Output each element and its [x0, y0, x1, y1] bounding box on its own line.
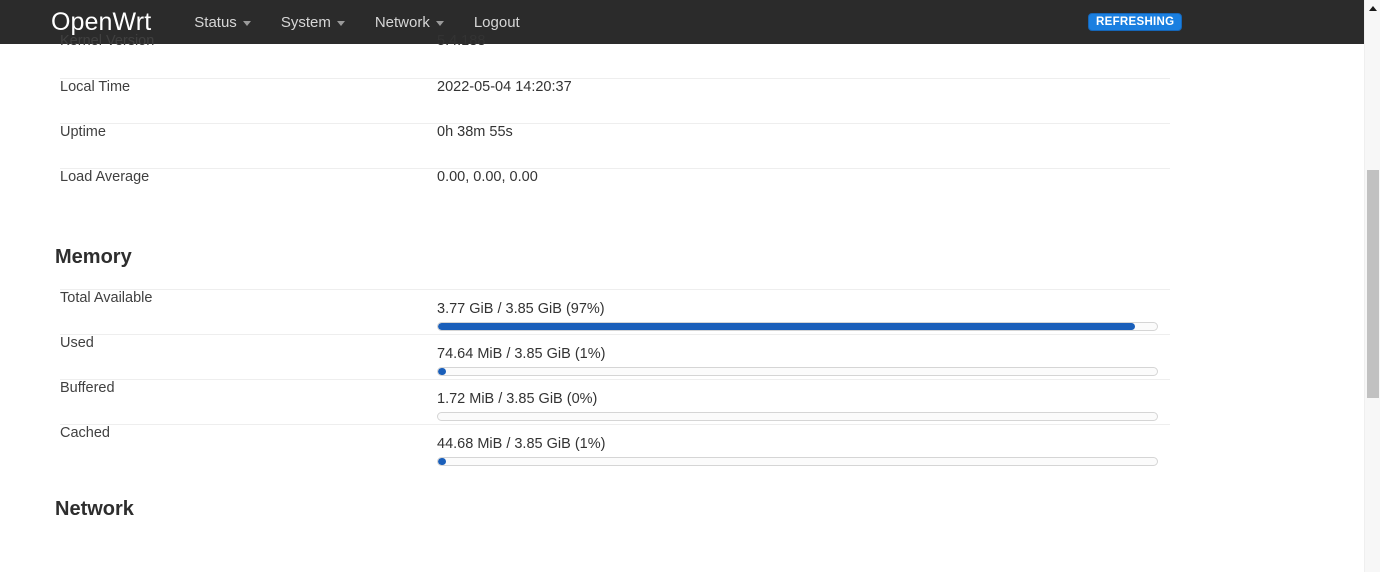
row-value: 5.4.188: [437, 33, 486, 49]
memory-progress-bar: [437, 412, 1158, 421]
memory-usage-text: 44.68 MiB / 3.85 GiB (1%): [437, 436, 606, 452]
table-row: Local Time 2022-05-04 14:20:37: [60, 77, 1170, 123]
nav-menu: Status System Network Logout: [179, 9, 534, 36]
table-row: Load Average 0.00, 0.00, 0.00: [60, 167, 1170, 213]
row-label: Local Time: [60, 77, 437, 123]
page-content: Kernel Version 5.4.188 Local Time 2022-05-0…: [0, 33, 1364, 519]
memory-progress-fill: [438, 368, 446, 375]
table-row: Uptime 0h 38m 55s: [60, 122, 1170, 168]
memory-progress-bar: [437, 367, 1158, 376]
system-info-table: Kernel Version 5.4.188 Local Time 2022-05-0…: [60, 33, 1170, 213]
nav-status[interactable]: Status: [184, 9, 261, 36]
memory-usage-text: 74.64 MiB / 3.85 GiB (1%): [437, 346, 606, 362]
browser-viewport: OpenWrt Status System Network Logout REFRES…: [0, 0, 1364, 572]
nav-item-label: Network: [374, 13, 430, 31]
memory-progress-bar: [437, 322, 1158, 331]
nav-network[interactable]: Network: [365, 9, 454, 36]
row-label: Load Average: [60, 167, 437, 213]
table-row: Kernel Version 5.4.188: [60, 33, 1170, 78]
nav-item-label: Logout: [473, 13, 520, 31]
refreshing-status-badge[interactable]: REFRESHING: [1088, 13, 1183, 31]
memory-heading: Memory: [55, 246, 132, 268]
memory-usage-text: 1.72 MiB / 3.85 GiB (0%): [437, 391, 598, 407]
table-row: Buffered 1.72 MiB / 3.85 GiB (0%): [60, 379, 1170, 425]
memory-progress-fill: [438, 458, 446, 465]
row-label: Uptime: [60, 122, 437, 168]
scrollbar-thumb[interactable]: [1367, 170, 1379, 398]
row-value: 44.68 MiB / 3.85 GiB (1%): [437, 424, 1170, 470]
openwrt-logo[interactable]: OpenWrt: [51, 9, 151, 35]
nav-item-label: System: [280, 13, 331, 31]
chevron-down-icon: [242, 20, 251, 26]
chevron-down-icon: [435, 20, 444, 26]
row-value: 74.64 MiB / 3.85 GiB (1%): [437, 334, 1170, 380]
row-value: 0h 38m 55s: [437, 122, 1170, 168]
row-label: Cached: [60, 424, 437, 470]
row-label: Kernel Version: [60, 33, 155, 49]
memory-progress-bar: [437, 457, 1158, 466]
nav-system[interactable]: System: [271, 9, 355, 36]
row-value: 0.00, 0.00, 0.00: [437, 167, 1170, 213]
row-label: Used: [60, 334, 437, 380]
row-label: Buffered: [60, 379, 437, 425]
row-value: 3.77 GiB / 3.85 GiB (97%): [437, 289, 1170, 335]
memory-usage-text: 3.77 GiB / 3.85 GiB (97%): [437, 301, 605, 317]
page-scrollbar[interactable]: [1364, 0, 1380, 572]
network-section-header: Network: [55, 470, 1364, 519]
table-row: Total Available 3.77 GiB / 3.85 GiB (97%): [60, 289, 1170, 335]
table-row: Used 74.64 MiB / 3.85 GiB (1%): [60, 334, 1170, 380]
row-value: 1.72 MiB / 3.85 GiB (0%): [437, 379, 1170, 425]
memory-table: Total Available 3.77 GiB / 3.85 GiB (97%)…: [60, 289, 1170, 470]
memory-section-header: Memory: [55, 213, 1364, 289]
scroll-up-button[interactable]: [1365, 0, 1380, 16]
chevron-down-icon: [336, 20, 345, 26]
nav-item-label: Status: [194, 13, 237, 31]
triangle-up-icon: [1369, 5, 1377, 11]
nav-logout[interactable]: Logout: [464, 9, 530, 36]
network-heading: Network: [55, 497, 134, 520]
memory-progress-fill: [438, 323, 1136, 330]
row-label: Total Available: [60, 289, 437, 335]
row-value: 2022-05-04 14:20:37: [437, 77, 1170, 123]
table-row: Cached 44.68 MiB / 3.85 GiB (1%): [60, 424, 1170, 470]
